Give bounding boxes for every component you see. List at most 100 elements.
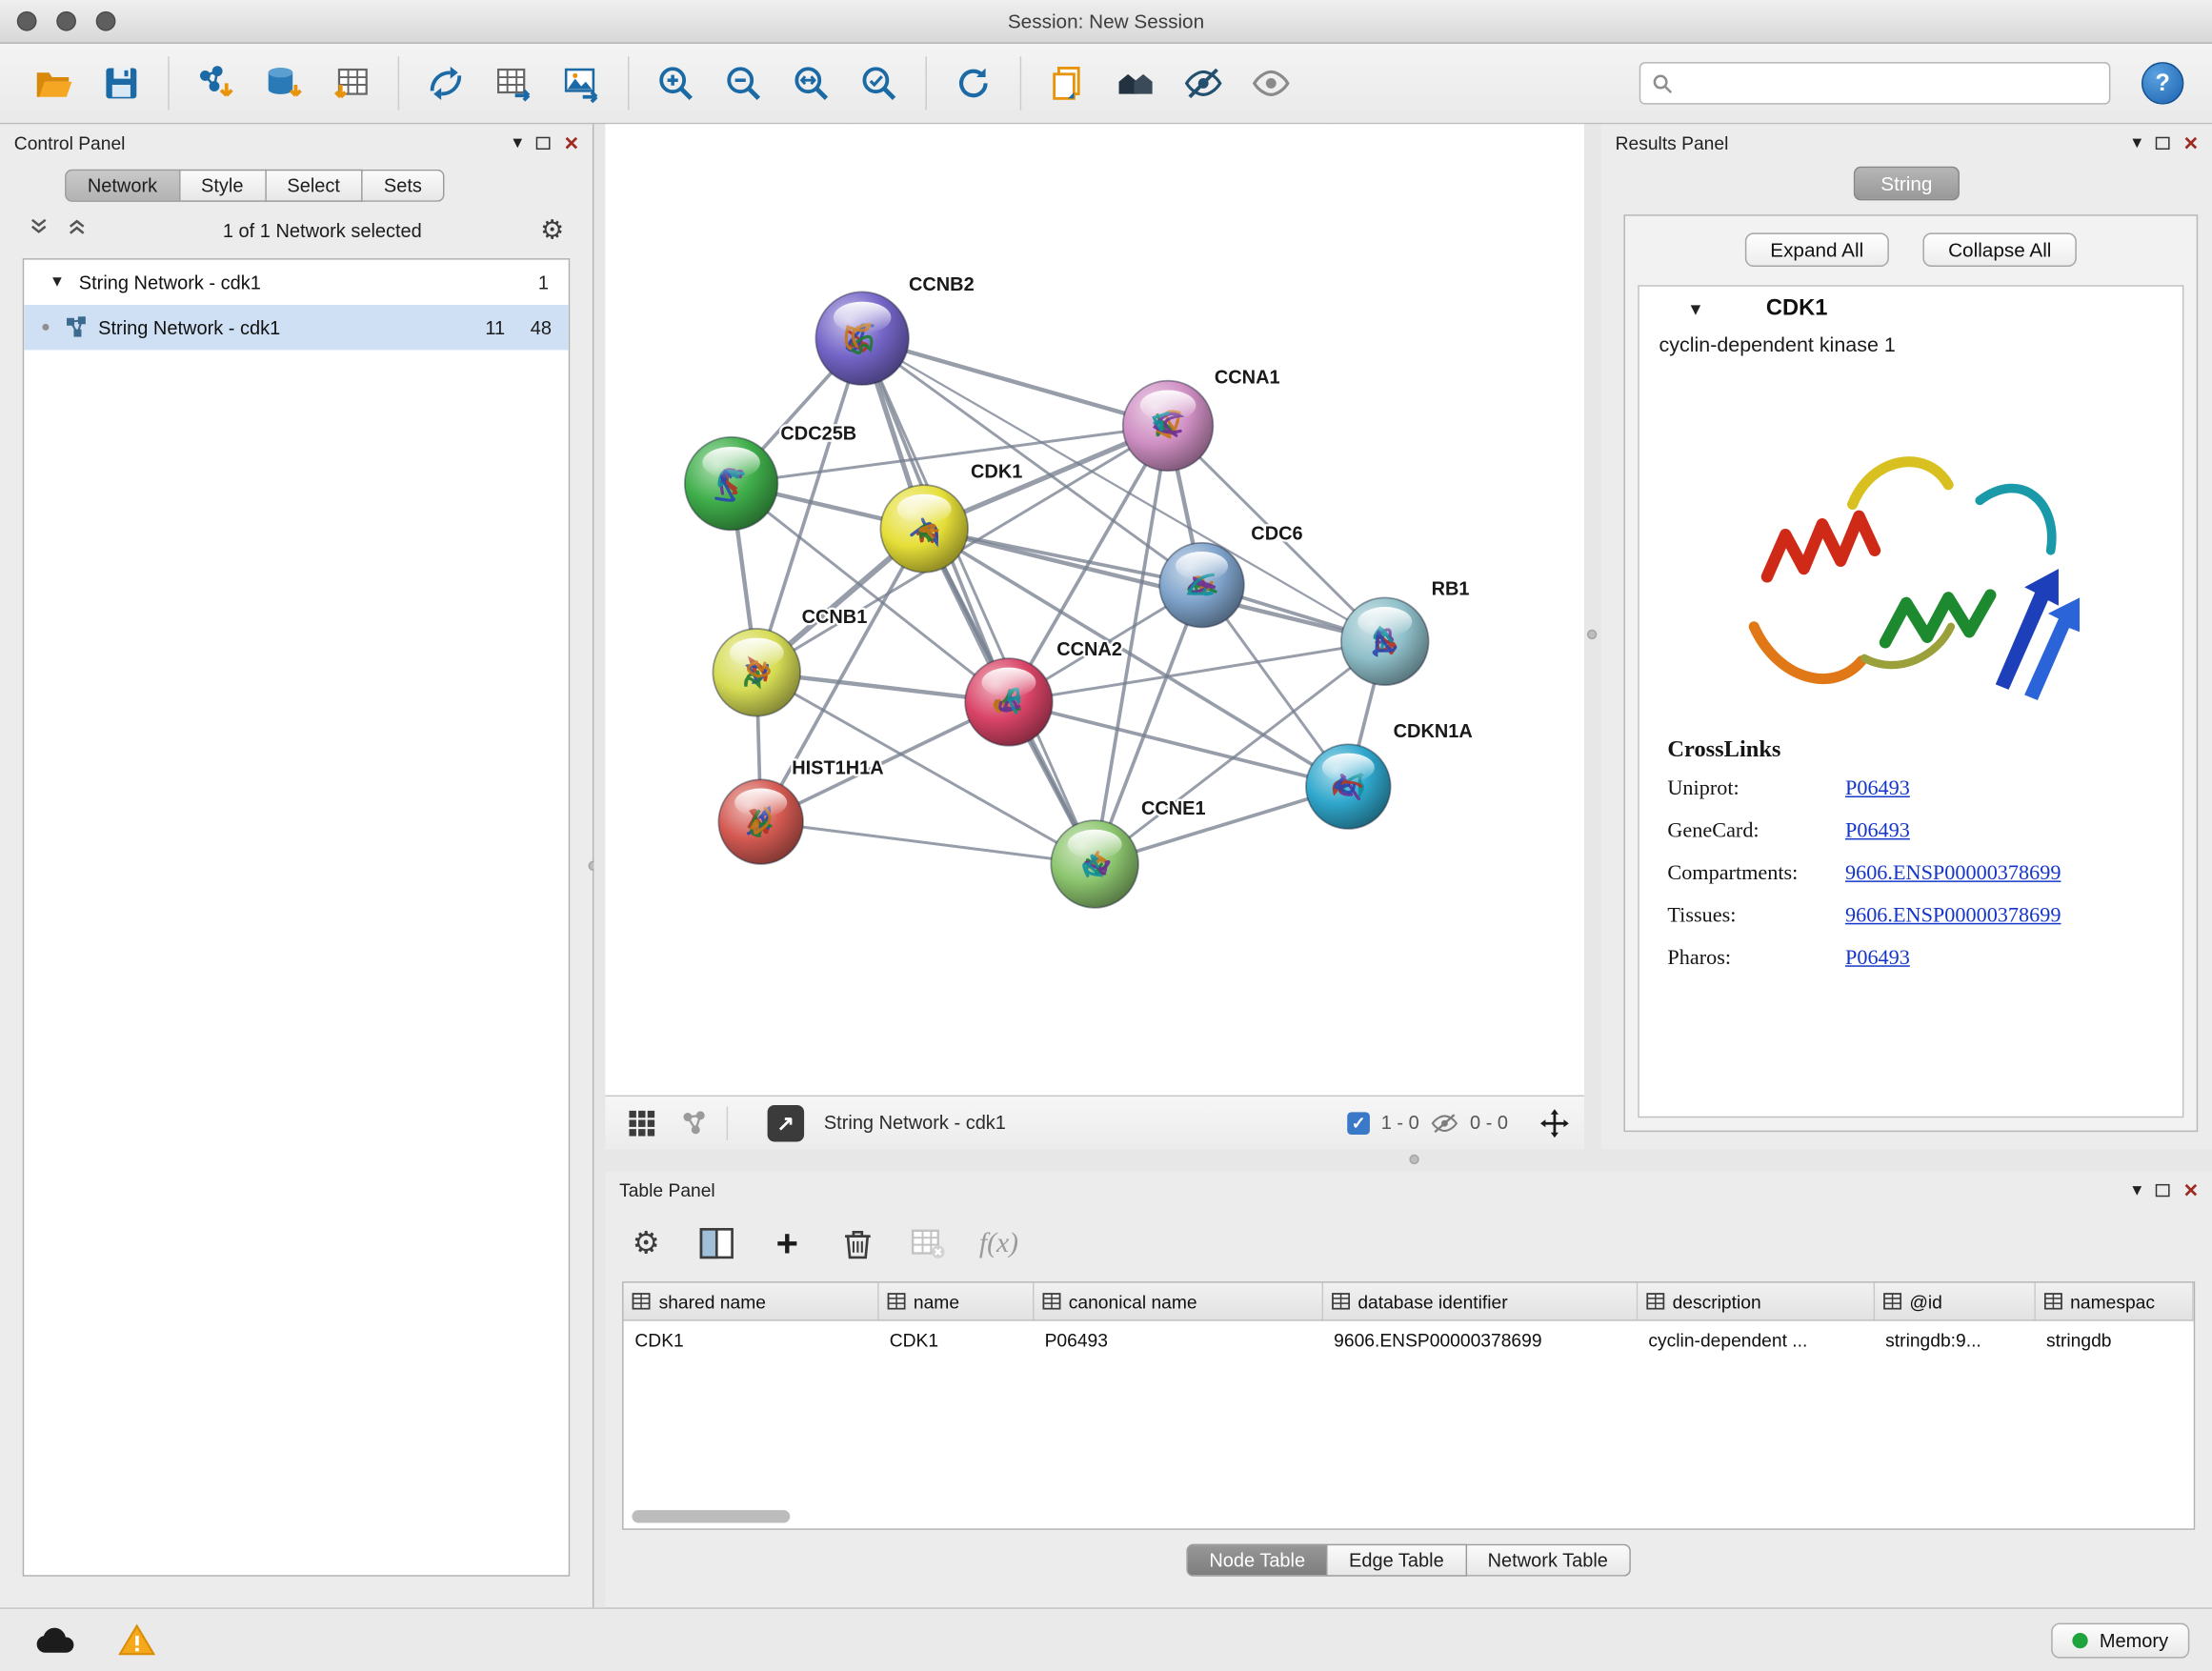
- collapse-all-button[interactable]: Collapse All: [1922, 232, 2077, 267]
- open-session-icon[interactable]: [30, 59, 77, 107]
- network-node-CCNB1[interactable]: CCNB1: [713, 607, 867, 716]
- zoom-in-icon[interactable]: [652, 59, 699, 107]
- collapse-all-networks-icon[interactable]: [67, 216, 88, 245]
- table-cell[interactable]: stringdb:9...: [1874, 1320, 2035, 1358]
- tab-style[interactable]: Style: [180, 170, 266, 202]
- help-button[interactable]: ?: [2142, 62, 2183, 104]
- network-node-RB1[interactable]: RB1: [1341, 578, 1470, 685]
- save-session-icon[interactable]: [97, 59, 145, 107]
- zoom-out-icon[interactable]: [719, 59, 767, 107]
- export-table-icon[interactable]: [490, 59, 537, 107]
- gene-expander-icon[interactable]: ▼: [1687, 299, 1704, 319]
- network-options-gear-icon[interactable]: ⚙: [540, 216, 564, 243]
- table-cell[interactable]: P06493: [1033, 1320, 1322, 1358]
- splitter-handle[interactable]: [1409, 1155, 1418, 1164]
- show-columns-icon[interactable]: [698, 1225, 735, 1262]
- network-node-CDC6[interactable]: CDC6: [1159, 524, 1302, 628]
- horizontal-scrollbar-thumb[interactable]: [632, 1510, 790, 1522]
- crosslink-tissues-link[interactable]: 9606.ENSP00000378699: [1845, 905, 2171, 929]
- tab-sets[interactable]: Sets: [363, 170, 445, 202]
- function-builder-icon[interactable]: f(x): [980, 1225, 1017, 1262]
- show-graphics-icon[interactable]: [1247, 59, 1295, 107]
- workspace: Control Panel ▾ × Network Style Select S…: [0, 124, 2212, 1607]
- selected-checkbox[interactable]: ✓: [1347, 1112, 1370, 1135]
- network-edges[interactable]: [732, 338, 1385, 864]
- network-collection-row[interactable]: ▼ String Network - cdk1 1: [24, 260, 569, 305]
- left-splitter[interactable]: [593, 124, 605, 1607]
- network-node-CDKN1A[interactable]: CDKN1A: [1306, 721, 1473, 829]
- crosslink-compartments-link[interactable]: 9606.ENSP00000378699: [1845, 862, 2171, 886]
- detach-view-button[interactable]: ↗: [768, 1104, 805, 1141]
- column-header[interactable]: database identifier: [1322, 1283, 1637, 1320]
- table-cell[interactable]: 9606.ENSP00000378699: [1322, 1320, 1637, 1358]
- import-network-file-icon[interactable]: [191, 59, 239, 107]
- memory-button[interactable]: Memory: [2052, 1622, 2190, 1658]
- network-share-icon[interactable]: [681, 1110, 707, 1136]
- network-node-CCNB2[interactable]: CCNB2: [815, 274, 974, 385]
- splitter-handle[interactable]: [1587, 630, 1597, 639]
- close-panel-icon[interactable]: ×: [564, 131, 578, 154]
- network-results-splitter[interactable]: [1584, 124, 1601, 1149]
- expand-all-networks-icon[interactable]: [29, 216, 50, 245]
- column-header[interactable]: description: [1637, 1283, 1874, 1320]
- network-row[interactable]: ● String Network - cdk1 11 48: [24, 305, 569, 350]
- tab-node-table[interactable]: Node Table: [1187, 1544, 1328, 1577]
- delete-column-icon[interactable]: [839, 1225, 876, 1262]
- node-label-RB1: RB1: [1432, 578, 1470, 599]
- import-network-database-icon[interactable]: [259, 59, 307, 107]
- tree-expander-icon[interactable]: ▼: [50, 273, 65, 291]
- search-input[interactable]: [1681, 71, 2098, 95]
- tab-string[interactable]: String: [1854, 167, 1959, 201]
- warning-icon[interactable]: [118, 1623, 155, 1658]
- pan-move-icon[interactable]: [1539, 1107, 1571, 1138]
- table-cell[interactable]: CDK1: [624, 1320, 878, 1358]
- float-panel-icon[interactable]: [2156, 136, 2170, 149]
- collapse-panel-icon[interactable]: ▾: [513, 131, 522, 154]
- home-views-icon[interactable]: [1112, 59, 1159, 107]
- expand-all-button[interactable]: Expand All: [1745, 232, 1889, 267]
- crosslink-uniprot-link[interactable]: P06493: [1845, 777, 2171, 801]
- gene-symbol: CDK1: [1766, 296, 1828, 322]
- import-table-icon[interactable]: [328, 59, 375, 107]
- column-header[interactable]: namespac: [2034, 1283, 2193, 1320]
- export-image-icon[interactable]: [557, 59, 605, 107]
- network-node-CCNA1[interactable]: CCNA1: [1123, 368, 1280, 472]
- collapse-panel-icon[interactable]: ▾: [2132, 1178, 2142, 1201]
- hide-annotations-icon[interactable]: [1179, 59, 1227, 107]
- toolbar-separator: [168, 56, 169, 110]
- memory-label: Memory: [2100, 1629, 2168, 1650]
- tab-network-table[interactable]: Network Table: [1466, 1544, 1630, 1577]
- column-header[interactable]: name: [877, 1283, 1033, 1320]
- close-panel-icon[interactable]: ×: [2183, 1178, 2198, 1201]
- table-cell[interactable]: stringdb: [2034, 1320, 2193, 1358]
- birds-eye-view-icon[interactable]: [628, 1109, 656, 1137]
- zoom-selected-icon[interactable]: [855, 59, 902, 107]
- zoom-fit-icon[interactable]: [787, 59, 835, 107]
- toolbar-search: [1639, 62, 2111, 104]
- annotation-document-icon[interactable]: [1044, 59, 1092, 107]
- table-panel-splitter[interactable]: [605, 1149, 2212, 1172]
- table-row[interactable]: CDK1 CDK1 P06493 9606.ENSP00000378699 cy…: [624, 1320, 2193, 1358]
- float-panel-icon[interactable]: [2156, 1183, 2170, 1196]
- column-header[interactable]: shared name: [624, 1283, 878, 1320]
- table-cell[interactable]: CDK1: [877, 1320, 1033, 1358]
- network-node-CDK1[interactable]: CDK1: [880, 462, 1022, 573]
- column-header[interactable]: canonical name: [1033, 1283, 1322, 1320]
- column-header[interactable]: @id: [1874, 1283, 2035, 1320]
- close-panel-icon[interactable]: ×: [2183, 131, 2198, 154]
- cloud-status-icon[interactable]: [34, 1624, 76, 1656]
- crosslink-genecard-link[interactable]: P06493: [1845, 820, 2171, 844]
- tab-edge-table[interactable]: Edge Table: [1328, 1544, 1467, 1577]
- tab-select[interactable]: Select: [266, 170, 362, 202]
- new-network-icon[interactable]: [422, 59, 470, 107]
- tab-network[interactable]: Network: [65, 170, 180, 202]
- table-cell[interactable]: cyclin-dependent ...: [1637, 1320, 1874, 1358]
- add-column-icon[interactable]: +: [769, 1225, 806, 1262]
- network-canvas[interactable]: CCNB2CCNA1CDC25BCDK1CDC6RB1CCNB1CCNA2CDK…: [605, 124, 1584, 1095]
- table-options-gear-icon[interactable]: ⚙: [628, 1225, 665, 1262]
- crosslink-pharos-link[interactable]: P06493: [1845, 947, 2171, 971]
- network-node-HIST1H1A[interactable]: HIST1H1A: [718, 757, 883, 864]
- refresh-icon[interactable]: [950, 59, 997, 107]
- float-panel-icon[interactable]: [536, 136, 551, 149]
- collapse-panel-icon[interactable]: ▾: [2132, 131, 2142, 154]
